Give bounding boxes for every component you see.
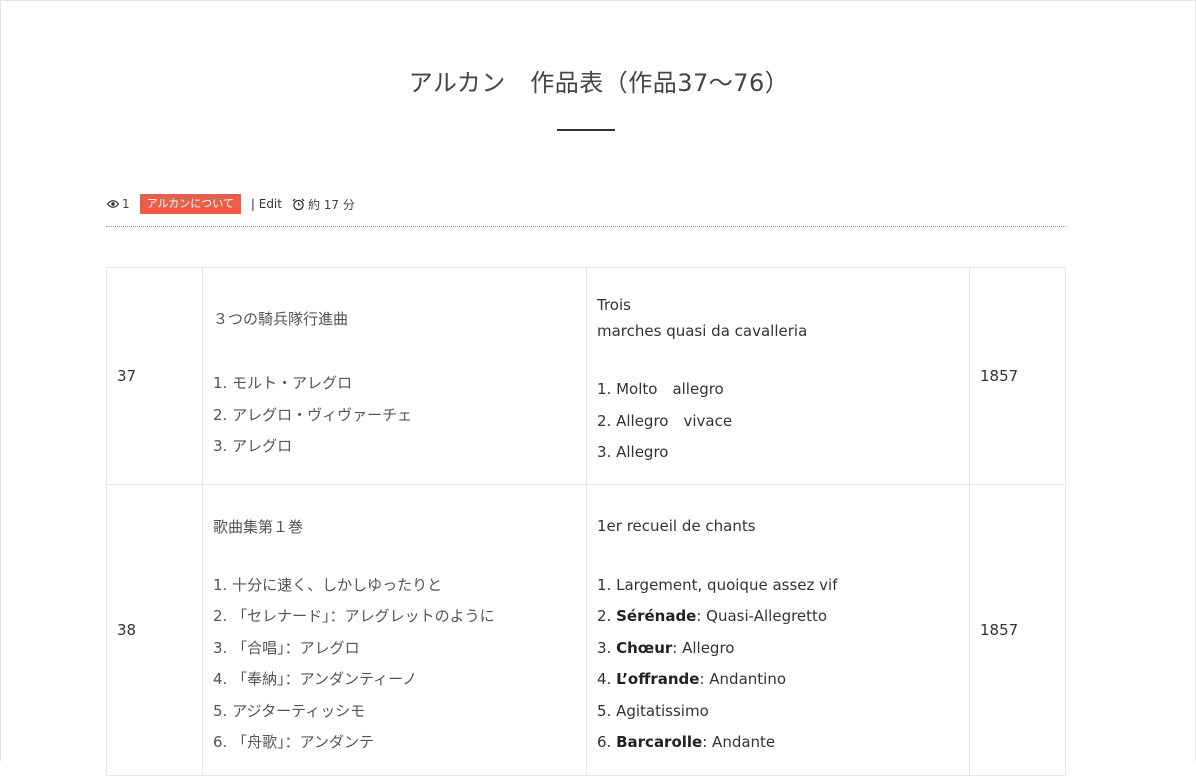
french-movement: 5. Agitatissimo	[597, 701, 709, 720]
japanese-title-cell: ３つの騎兵隊行進曲 1. モルト・アレグロ 2. アレグロ・ヴィヴァーチェ 3.…	[202, 267, 587, 485]
title-underline	[557, 129, 615, 131]
eye-icon	[107, 200, 119, 208]
japanese-movement: 3. 「合唱」：アレグロ	[213, 638, 360, 657]
french-title: Trois	[597, 296, 631, 315]
works-table: 37 ３つの騎兵隊行進曲 1. モルト・アレグロ 2. アレグロ・ヴィヴァーチェ…	[106, 267, 1066, 776]
view-count: 1	[107, 197, 130, 211]
composition-year: 1857	[969, 267, 1066, 485]
japanese-movement: 2. 「セレナード」：アレグレットのように	[213, 607, 495, 625]
french-movement: 3. Allegro	[597, 443, 669, 462]
meta-divider	[106, 226, 1066, 227]
post-meta: 1 アルカンについて | Edit 約 17 分	[107, 193, 355, 215]
french-movement: 3. Chœur: Allegro	[597, 638, 735, 657]
french-title-cell: Trois marches quasi da cavalleria 1. Mol…	[586, 267, 970, 485]
table-row: 37 ３つの騎兵隊行進曲 1. モルト・アレグロ 2. アレグロ・ヴィヴァーチェ…	[106, 267, 1066, 485]
read-time: 約 17 分	[292, 196, 355, 213]
table-row: 38 歌曲集第１巻 1. 十分に速く、しかしゆったりと 2. 「セレナード」：ア…	[106, 484, 1066, 776]
french-movement: 6. Barcarolle: Andante	[597, 733, 776, 751]
view-count-value: 1	[122, 197, 130, 211]
category-tag[interactable]: アルカンについて	[139, 194, 241, 214]
read-time-value: 約 17 分	[307, 197, 355, 212]
japanese-title: 歌曲集第１巻	[213, 517, 304, 536]
japanese-movement: 6. 「舟歌」：アンダンテ	[213, 733, 374, 751]
opus-number: 37	[106, 267, 203, 485]
edit-link[interactable]: | Edit	[251, 197, 282, 211]
alarm-clock-icon	[292, 198, 305, 210]
japanese-title-cell: 歌曲集第１巻 1. 十分に速く、しかしゆったりと 2. 「セレナード」：アレグレ…	[202, 484, 587, 776]
page-frame: アルカン 作品表（作品37〜76） 1 アルカンについて | Edit 約 17…	[0, 0, 1196, 776]
french-movement: 2. Allegro vivace	[597, 411, 733, 430]
japanese-movement: 4. 「奉納」：アンダンティーノ	[213, 670, 418, 688]
japanese-movement: 5. アジターティッシモ	[213, 701, 366, 720]
japanese-title: ３つの騎兵隊行進曲	[213, 310, 349, 329]
french-title-continued: marches quasi da cavalleria	[597, 322, 808, 341]
composition-year: 1857	[969, 484, 1066, 776]
french-movement: 4. L’offrande: Andantino	[597, 670, 787, 688]
french-movement: 1. Largement, quoique assez vif	[597, 575, 838, 594]
french-title-cell: 1er recueil de chants 1. Largement, quoi…	[586, 484, 970, 776]
opus-number: 38	[106, 484, 203, 776]
page-title: アルカン 作品表（作品37〜76）	[408, 69, 790, 97]
japanese-movement: 2. アレグロ・ヴィヴァーチェ	[213, 405, 413, 424]
japanese-movement: 1. モルト・アレグロ	[213, 374, 353, 393]
french-movement: 1. Molto allegro	[597, 380, 724, 399]
french-title: 1er recueil de chants	[597, 516, 756, 535]
japanese-movement: 3. アレグロ	[213, 437, 293, 456]
french-movement: 2. Sérénade: Quasi-Allegretto	[597, 607, 828, 625]
japanese-movement: 1. 十分に速く、しかしゆったりと	[213, 575, 443, 594]
